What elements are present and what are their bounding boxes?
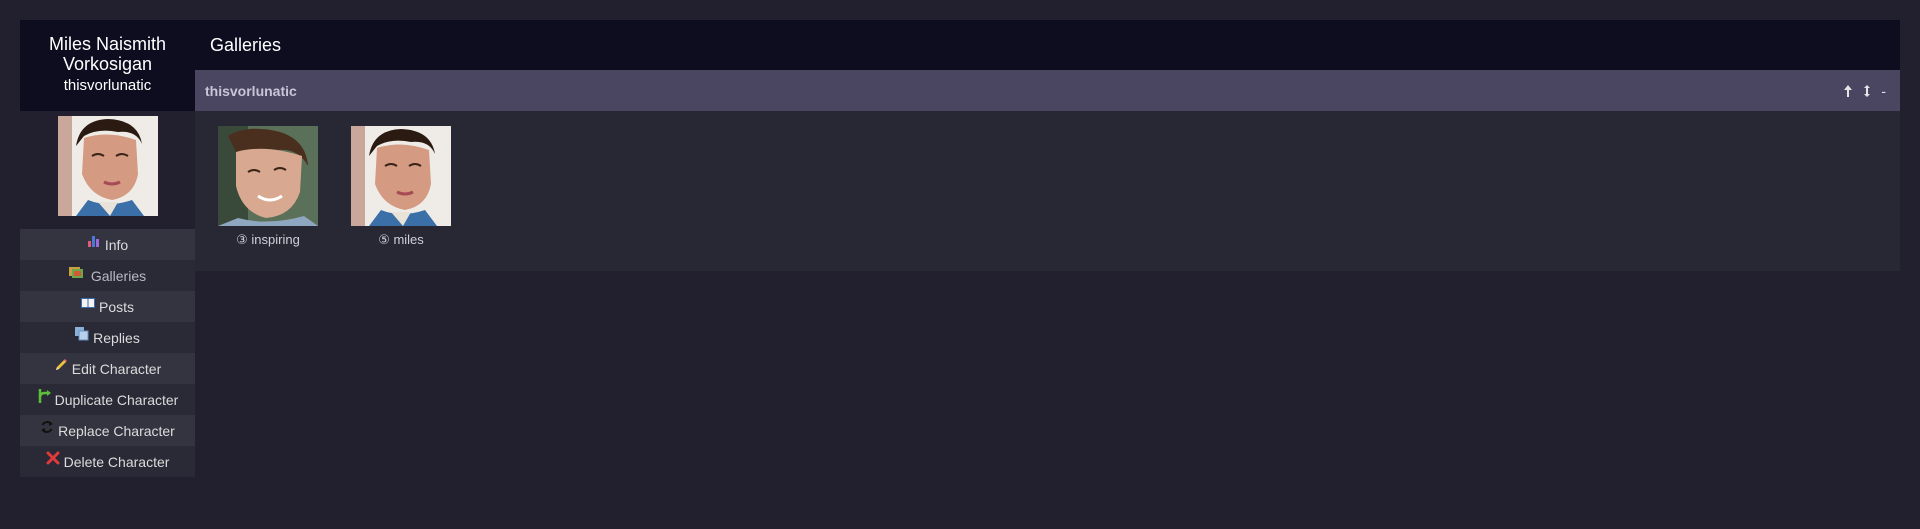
gallery-icon-inspiring[interactable]: ③ inspiring [218, 126, 318, 271]
x-icon [46, 451, 60, 464]
book-icon [80, 297, 95, 308]
sidebar-item-edit-character[interactable]: Edit Character [20, 353, 195, 384]
gallery-controls: - [1843, 83, 1886, 99]
sidebar-item-label: Duplicate Character [54, 391, 179, 408]
sidebar-item-label: Posts [98, 298, 134, 315]
chart-icon [87, 235, 99, 247]
icon-caption: ⑤ miles [378, 232, 424, 247]
sidebar-item-delete-character[interactable]: Delete Character [20, 446, 195, 477]
expand-icon[interactable] [1862, 84, 1872, 98]
icon-thumbnail[interactable] [351, 126, 451, 226]
gallery-header: thisvorlunatic - [195, 70, 1900, 111]
collapse-button[interactable]: - [1881, 83, 1886, 99]
page-title: Galleries [210, 34, 282, 55]
avatar[interactable] [57, 116, 158, 216]
sidebar-item-posts[interactable]: Posts [20, 291, 195, 322]
refresh-icon [41, 420, 54, 433]
gallery-icon-miles[interactable]: ⑤ miles [351, 126, 451, 271]
gallery-body: ③ inspiring ⑤ miles [195, 111, 1900, 271]
branch-icon [38, 388, 51, 403]
sidebar-item-label: Replies [93, 329, 140, 346]
sidebar: Miles Naismith Vorkosigan thisvorlunatic [20, 20, 195, 477]
character-menu: Info Galleries Posts Replies Edit Charac… [20, 229, 195, 477]
sidebar-item-replies[interactable]: Replies [20, 322, 195, 353]
gallery-icon [68, 266, 83, 278]
character-screenname[interactable]: thisvorlunatic [20, 75, 195, 97]
sidebar-item-label: Edit Character [71, 360, 162, 377]
page-title-bar: Galleries [195, 20, 1900, 70]
sidebar-item-label: Delete Character [63, 453, 170, 470]
character-header: Miles Naismith Vorkosigan thisvorlunatic [20, 20, 195, 111]
sidebar-item-replace-character[interactable]: Replace Character [20, 415, 195, 446]
pencil-icon [55, 358, 67, 370]
sidebar-item-label: Replace Character [58, 422, 175, 439]
icon-thumbnail[interactable] [218, 126, 318, 226]
character-name: Miles Naismith Vorkosigan [48, 34, 167, 74]
sidebar-item-label: Info [104, 236, 129, 253]
sidebar-item-duplicate-character[interactable]: Duplicate Character [20, 384, 195, 415]
icon-caption: ③ inspiring [236, 232, 300, 247]
main-content: Galleries thisvorlunatic - ③ inspiring ⑤… [195, 20, 1900, 271]
sidebar-item-label: Galleries [90, 267, 147, 284]
avatar-container [20, 111, 195, 229]
move-up-icon[interactable] [1843, 84, 1853, 98]
replies-icon [75, 326, 89, 340]
sidebar-item-info[interactable]: Info [20, 229, 195, 260]
sidebar-item-galleries[interactable]: Galleries [20, 260, 195, 291]
gallery-owner[interactable]: thisvorlunatic [205, 83, 297, 99]
